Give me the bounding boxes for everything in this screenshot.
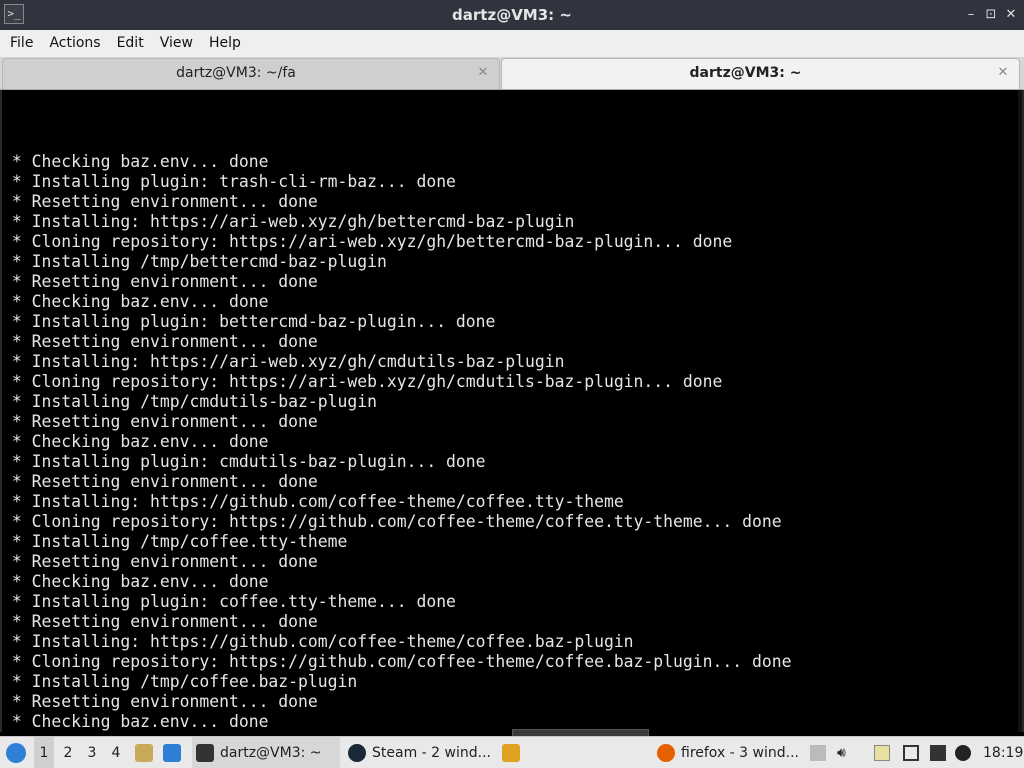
terminal-line: * Cloning repository: https://ari-web.xy… xyxy=(2,372,723,391)
terminal-line: * Installing plugin: trash-cli-rm-baz...… xyxy=(2,172,456,191)
terminal-line: * Checking baz.env... done xyxy=(2,292,269,311)
terminal-line: * Checking baz.env... done xyxy=(2,712,269,731)
terminal-line: * Resetting environment... done xyxy=(2,412,318,431)
window-titlebar[interactable]: >_ dartz@VM3: ~ – ⊡ ✕ xyxy=(0,0,1024,30)
workspace-3[interactable]: 3 xyxy=(82,737,102,768)
terminal-line: * Cloning repository: https://github.com… xyxy=(2,652,792,671)
terminal-line: * Resetting environment... done xyxy=(2,612,318,631)
tab-bar: dartz@VM3: ~/fa ✕ dartz@VM3: ~ ✕ xyxy=(0,57,1024,90)
tab-home[interactable]: dartz@VM3: ~ ✕ xyxy=(501,58,1020,89)
window-title: dartz@VM3: ~ xyxy=(452,6,572,24)
task-steam[interactable]: Steam - 2 wind... xyxy=(346,737,496,768)
tab-close-icon[interactable]: ✕ xyxy=(475,65,491,81)
terminal-line: * Resetting environment... done xyxy=(2,192,318,211)
task-firefox[interactable]: firefox - 3 wind... xyxy=(655,737,805,768)
menu-bar: File Actions Edit View Help xyxy=(0,30,1024,57)
clock: 18:19 xyxy=(983,745,1024,761)
menu-help[interactable]: Help xyxy=(201,30,249,57)
tab-label: dartz@VM3: ~ xyxy=(689,65,802,81)
steam-tray-icon[interactable] xyxy=(955,745,971,761)
menu-actions[interactable]: Actions xyxy=(41,30,108,57)
terminal-icon xyxy=(196,744,214,762)
minimize-button[interactable]: – xyxy=(962,6,980,24)
start-menu-icon[interactable] xyxy=(6,743,26,763)
terminal-line: * Resetting environment... done xyxy=(2,692,318,711)
terminal-line: * Cloning repository: https://github.com… xyxy=(2,512,782,531)
terminal-line: * Resetting environment... done xyxy=(2,552,318,571)
terminal-lines: * Checking baz.env... done * Installing … xyxy=(2,92,1012,732)
network-icon[interactable] xyxy=(903,745,919,761)
notes-icon[interactable] xyxy=(874,745,890,761)
show-desktop-icon[interactable] xyxy=(163,744,181,762)
terminal-line: * Resetting environment... done xyxy=(2,472,318,491)
file-manager-icon[interactable] xyxy=(135,744,153,762)
terminal-line: * Checking baz.env... done xyxy=(2,572,269,591)
task-label: Steam - 2 wind... xyxy=(372,745,491,761)
firefox-icon xyxy=(657,744,675,762)
terminal-line: * Installing /tmp/bettercmd-baz-plugin xyxy=(2,252,387,271)
workspace-1[interactable]: 1 xyxy=(34,737,54,768)
updates-icon[interactable] xyxy=(930,745,946,761)
terminal-line: * Installing: https://github.com/coffee-… xyxy=(2,632,634,651)
steam-icon xyxy=(348,744,366,762)
maximize-button[interactable]: ⊡ xyxy=(982,6,1000,24)
workspace-4[interactable]: 4 xyxy=(106,737,126,768)
terminal-line: * Installing: https://ari-web.xyz/gh/bet… xyxy=(2,212,575,231)
menu-view[interactable]: View xyxy=(152,30,201,57)
tab-fa[interactable]: dartz@VM3: ~/fa ✕ xyxy=(2,58,500,89)
taskbar: 1 2 3 4 dartz@VM3: ~ Steam - 2 wind... f… xyxy=(0,736,1024,768)
terminal-output[interactable]: * Checking baz.env... done * Installing … xyxy=(0,90,1024,732)
terminal-line: * Checking baz.env... done xyxy=(2,432,269,451)
terminal-line: * Resetting environment... done xyxy=(2,272,318,291)
terminal-line: * Checking baz.env... done xyxy=(2,152,269,171)
terminal-line: * Installing plugin: coffee.tty-theme...… xyxy=(2,592,456,611)
task-terminal[interactable]: dartz@VM3: ~ xyxy=(192,737,340,768)
terminal-line: * Installing: https://github.com/coffee-… xyxy=(2,492,624,511)
terminal-line: * Installing plugin: cmdutils-baz-plugin… xyxy=(2,452,486,471)
terminal-line: * Installing: https://ari-web.xyz/gh/cmd… xyxy=(2,352,565,371)
task-label: firefox - 3 wind... xyxy=(681,745,799,761)
terminal-line: * Installing /tmp/cmdutils-baz-plugin xyxy=(2,392,377,411)
terminal-line: * Cloning repository: https://ari-web.xy… xyxy=(2,232,733,251)
terminal-line: * Installing /tmp/coffee.baz-plugin xyxy=(2,672,358,691)
task-label: dartz@VM3: ~ xyxy=(220,745,322,761)
tab-label: dartz@VM3: ~/fa xyxy=(176,65,296,81)
menu-file[interactable]: File xyxy=(2,30,41,57)
tab-close-icon[interactable]: ✕ xyxy=(995,65,1011,81)
menu-edit[interactable]: Edit xyxy=(109,30,152,57)
terminal-line: * Installing /tmp/coffee.tty-theme xyxy=(2,532,348,551)
terminal-line: * Installing plugin: bettercmd-baz-plugi… xyxy=(2,312,496,331)
terminal-line: * Resetting environment... done xyxy=(2,332,318,351)
workspace-2[interactable]: 2 xyxy=(58,737,78,768)
volume-icon[interactable]: 🔊︎ xyxy=(837,745,853,761)
scrollbar[interactable] xyxy=(1018,90,1022,732)
close-button[interactable]: ✕ xyxy=(1002,6,1020,24)
clipboard-icon[interactable] xyxy=(810,745,826,761)
bloons-icon[interactable] xyxy=(502,744,520,762)
